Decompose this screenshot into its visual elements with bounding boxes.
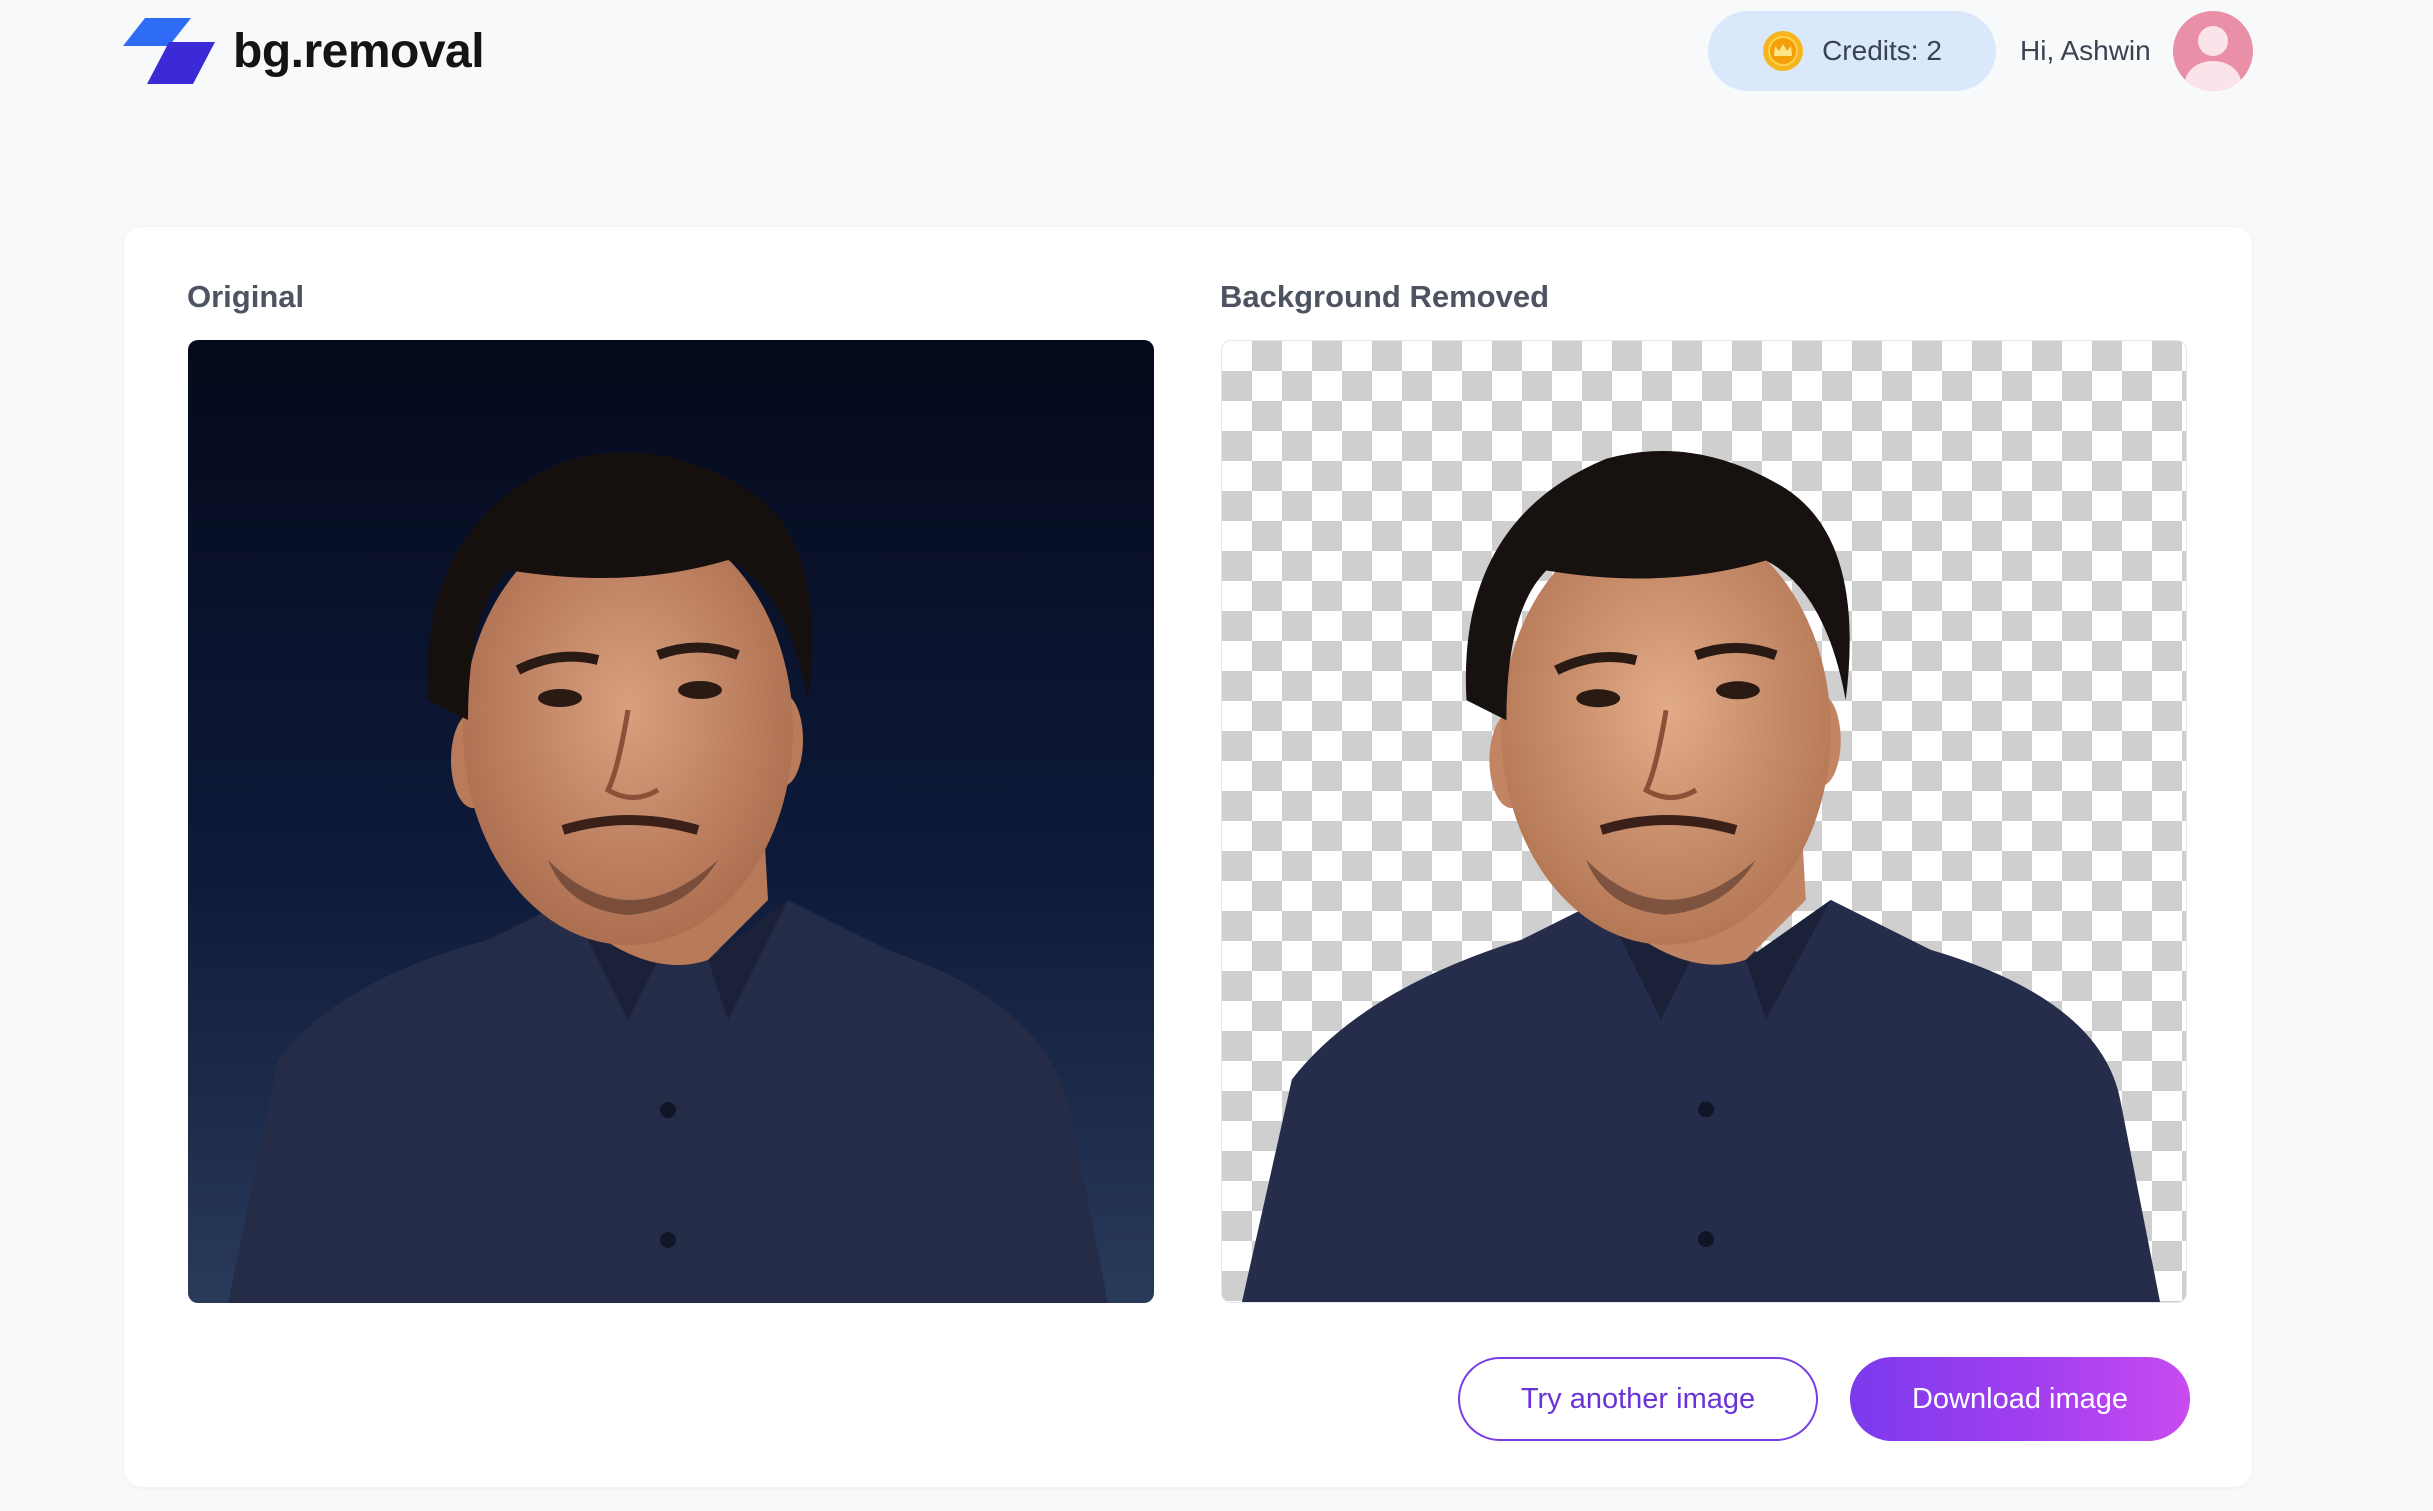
original-image <box>188 340 1154 1303</box>
try-another-image-button[interactable]: Try another image <box>1458 1357 1818 1441</box>
background-removed-title: Background Removed <box>1220 279 1550 314</box>
brand-logo-link[interactable]: bg.removal <box>123 16 485 86</box>
credits-count: Credits: 2 <box>1822 35 1942 66</box>
logo-icon <box>123 18 215 84</box>
cutout-portrait-photo <box>1241 450 2161 1302</box>
user-greeting: Hi, Ashwin <box>2020 35 2151 66</box>
original-title: Original <box>187 279 305 314</box>
download-image-button[interactable]: Download image <box>1850 1357 2190 1441</box>
result-card: Original Background Removed Try another … <box>124 227 2252 1487</box>
brand-name: bg.removal <box>233 24 485 78</box>
user-avatar-icon <box>2185 26 2241 91</box>
coin-icon <box>1763 31 1804 71</box>
original-portrait-photo <box>188 340 1154 1303</box>
background-removed-image <box>1221 340 2187 1303</box>
top-header: bg.removal Credits: 2 Hi, Ashwin <box>0 0 2433 110</box>
credits-badge[interactable]: Credits: 2 <box>1708 11 1996 91</box>
user-avatar[interactable] <box>2173 11 2253 91</box>
